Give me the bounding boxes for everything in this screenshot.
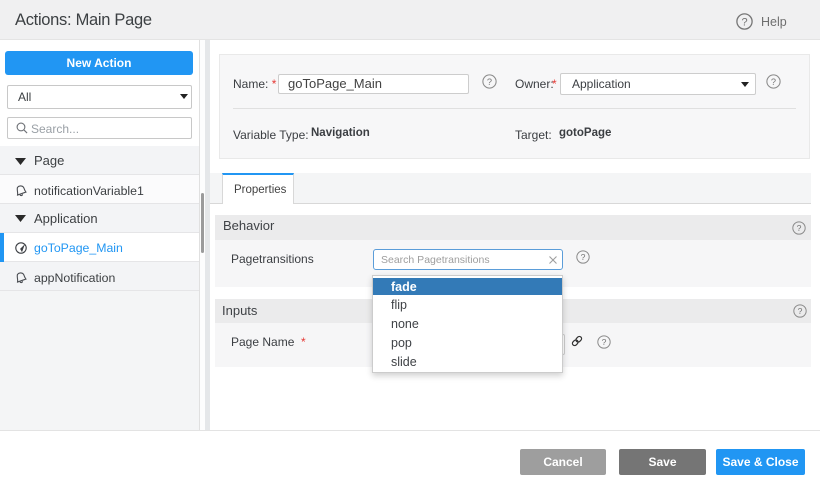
svg-text:?: ? xyxy=(741,16,747,28)
svg-text:?: ? xyxy=(581,252,586,262)
svg-text:?: ? xyxy=(796,223,801,233)
svg-text:?: ? xyxy=(771,77,776,87)
svg-text:?: ? xyxy=(798,306,803,316)
svg-text:?: ? xyxy=(602,337,607,347)
svg-text:?: ? xyxy=(487,77,492,87)
